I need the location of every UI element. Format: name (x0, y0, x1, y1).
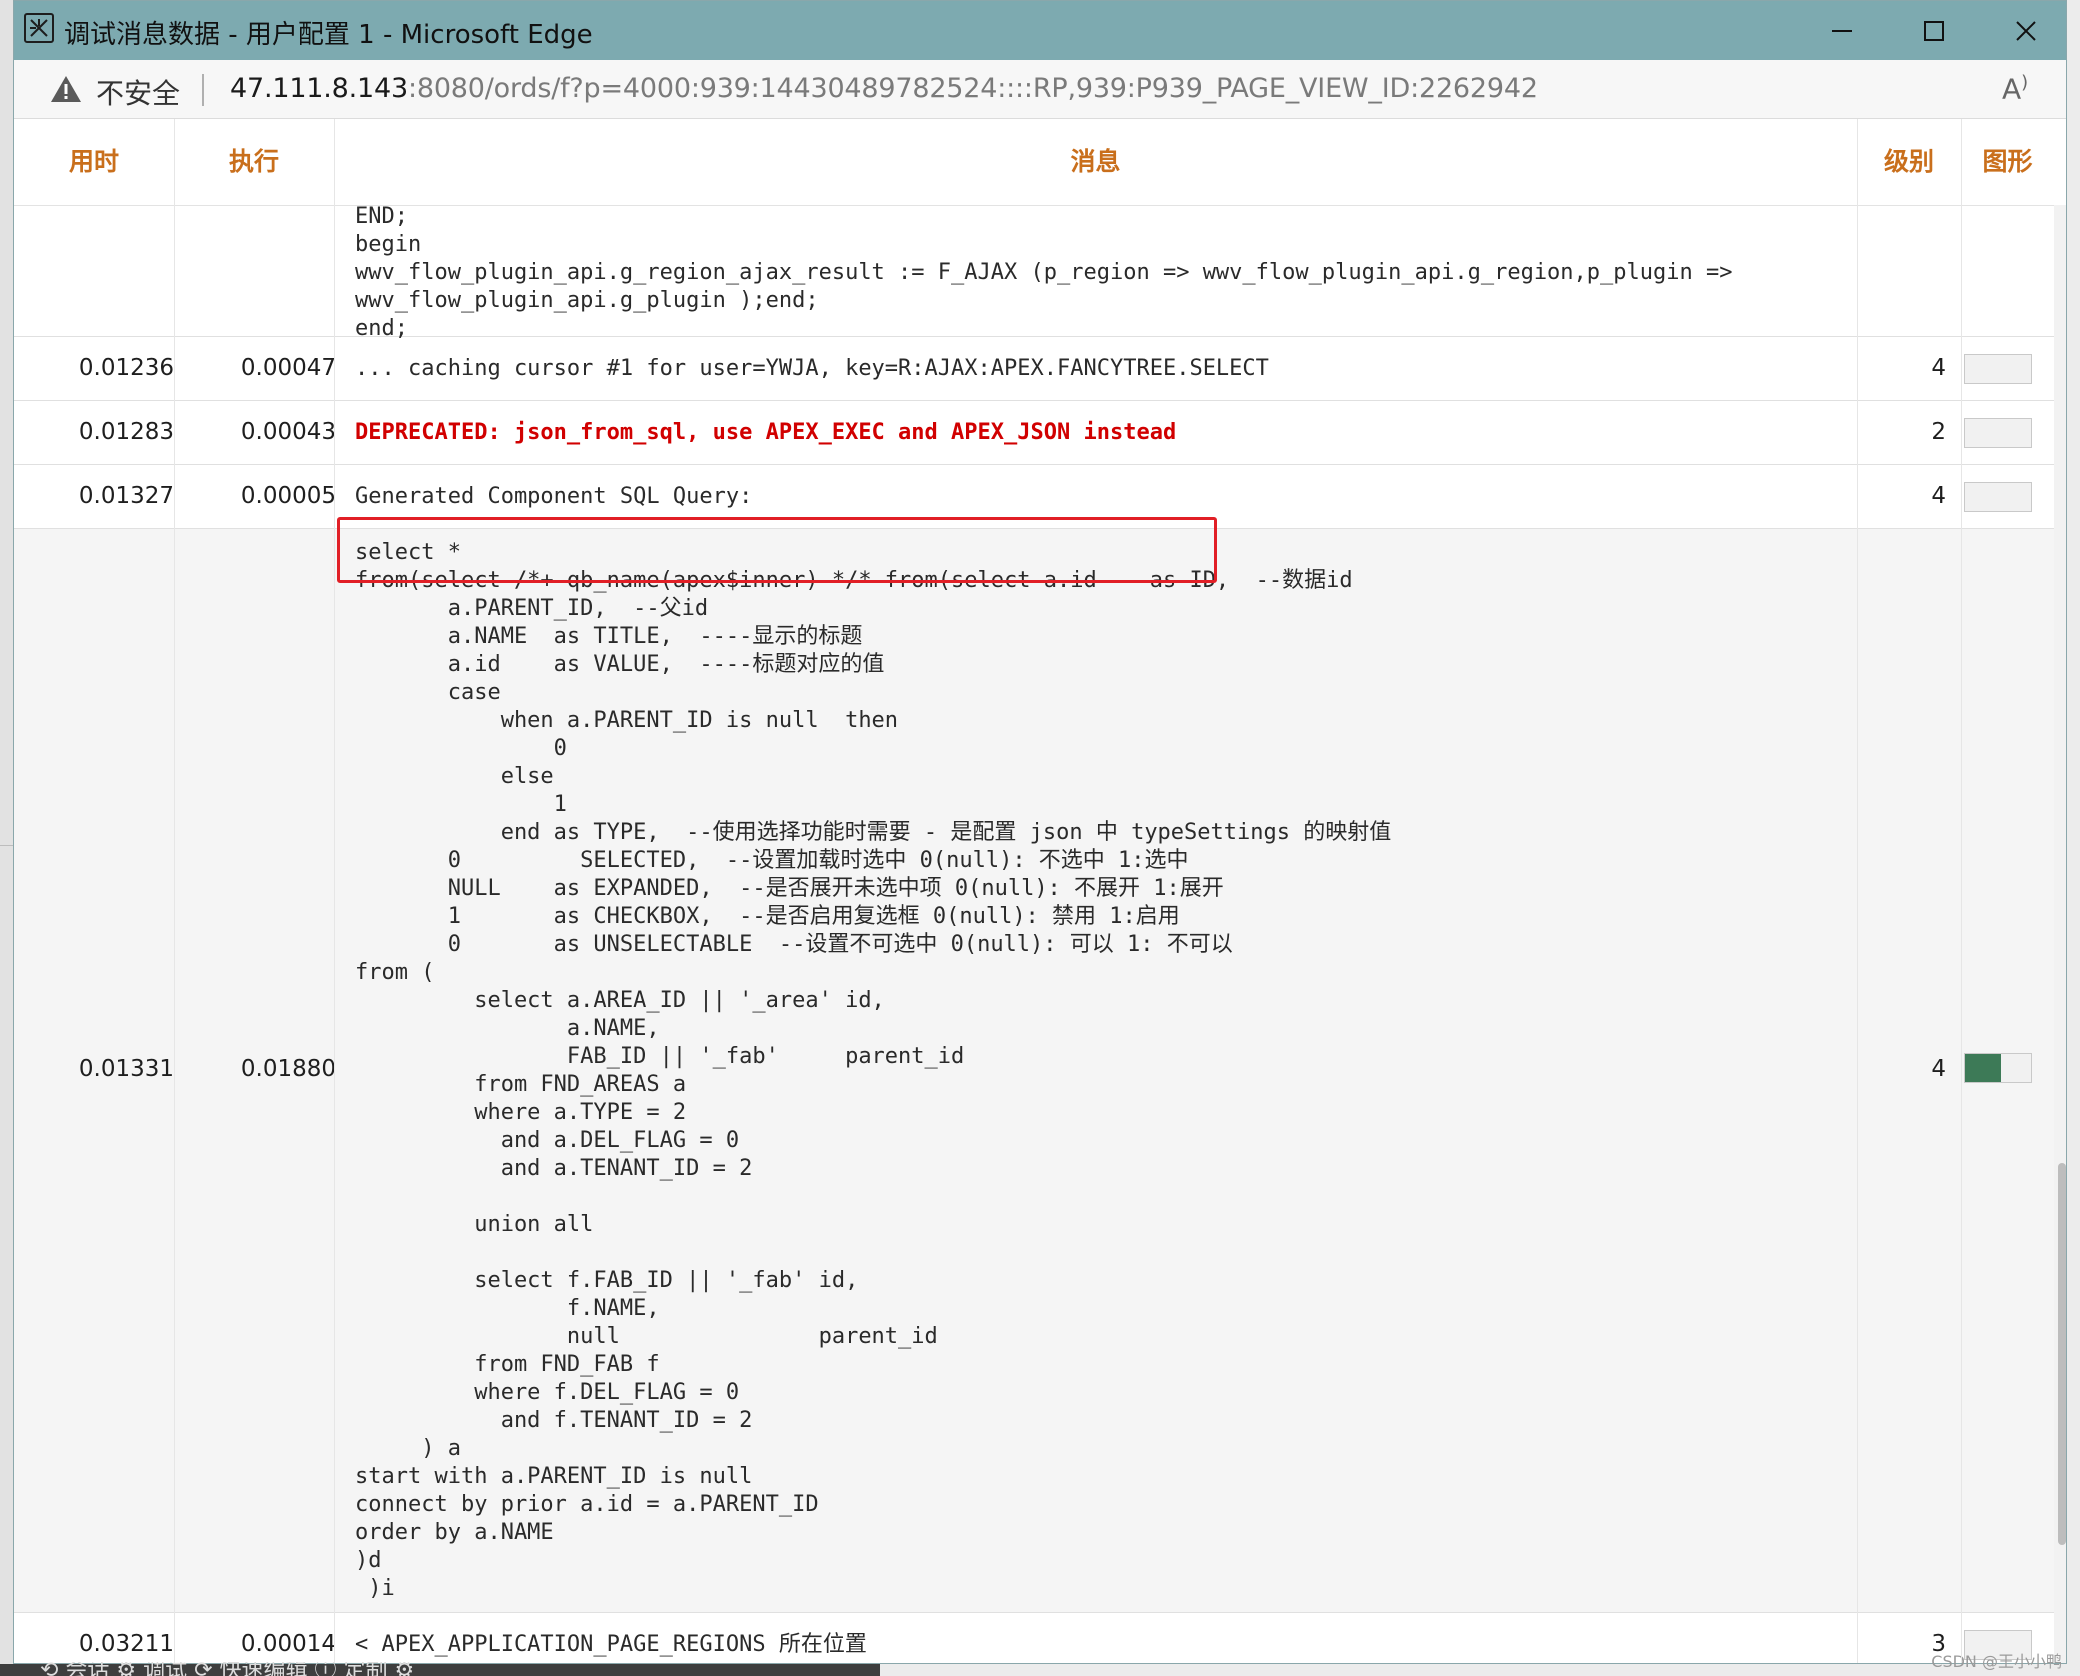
apex-app-icon (24, 13, 54, 43)
level-cell: 2 (1931, 419, 1946, 445)
address-bar[interactable]: 不安全 47.111.8.143:8080/ords/f?p=4000:939:… (14, 60, 2066, 119)
address-divider (202, 74, 204, 106)
table-row[interactable]: 0.01236 0.00047 ... caching cursor #1 fo… (14, 337, 2054, 401)
execution-cell: 0.00014 (240, 1631, 336, 1657)
table-row: END; begin wwv_flow_plugin_api.g_region_… (14, 204, 2054, 341)
debug-message-table: END; begin wwv_flow_plugin_api.g_region_… (14, 119, 2054, 1663)
scrollbar-thumb[interactable] (2058, 1163, 2066, 1545)
read-aloud-icon[interactable]: A) (2002, 72, 2028, 105)
column-divider (174, 119, 175, 1663)
deprecated-highlight-box (337, 517, 1217, 583)
window-title: 调试消息数据 - 用户配置 1 - Microsoft Edge (64, 20, 593, 50)
execution-cell: 0.00043 (240, 419, 336, 445)
edge-popup-window: 调试消息数据 - 用户配置 1 - Microsoft Edge 不安全 47.… (13, 0, 2067, 1664)
message-cell: < APEX_APPLICATION_PAGE_REGIONS 所在位置 (355, 1632, 867, 1657)
minimize-icon (1832, 30, 1852, 32)
message-cell: END; begin wwv_flow_plugin_api.g_region_… (355, 204, 1733, 341)
deprecated-message-cell: DEPRECATED: json_from_sql, use APEX_EXEC… (355, 420, 1177, 445)
message-cell: Generated Component SQL Query: (355, 484, 753, 509)
timing-graph-bar (1964, 418, 2032, 448)
close-button[interactable] (1980, 1, 2066, 60)
elapsed-cell: 0.01331 (78, 1056, 174, 1082)
table-header: 用时 执行 消息 级别 图形 (14, 119, 2054, 206)
timing-graph-bar (1964, 354, 2032, 384)
table-row[interactable]: 0.01283 0.00043 DEPRECATED: json_from_sq… (14, 401, 2054, 465)
background-window-strip (0, 0, 14, 1676)
developer-toolbar-labels[interactable]: ⟲ 会话 ⚙ 调试 ⟳ 快速编辑 ⓘ 定制 ⚙ (40, 1662, 414, 1676)
column-divider (1961, 119, 1962, 1663)
minimize-button[interactable] (1796, 1, 1888, 60)
elapsed-cell: 0.01283 (78, 419, 174, 445)
column-header-level[interactable]: 级别 (1857, 119, 1961, 205)
background-divider (0, 845, 13, 846)
table-row[interactable]: 0.03211 0.00014 < APEX_APPLICATION_PAGE_… (14, 1613, 2054, 1663)
url-host: 47.111.8.143 (230, 73, 408, 104)
close-icon (2016, 21, 2036, 41)
maximize-button[interactable] (1888, 1, 1980, 60)
message-cell: ... caching cursor #1 for user=YWJA, key… (355, 356, 1269, 381)
column-header-elapsed[interactable]: 用时 (14, 119, 174, 205)
warning-icon[interactable] (50, 74, 82, 104)
timing-graph-bar (1964, 482, 2032, 512)
execution-cell: 0.00047 (240, 355, 336, 381)
watermark: CSDN @王小小鸭 (1931, 1652, 2062, 1671)
elapsed-cell: 0.03211 (78, 1631, 174, 1657)
background-window-strip-right (2067, 0, 2080, 1676)
maximize-icon (1924, 21, 1944, 41)
sql-query-message-cell: select * from(select /*+ qb_name(apex$in… (355, 540, 1392, 1601)
page-bottom-background (880, 1664, 2080, 1676)
timing-graph-fill (1965, 1054, 2002, 1082)
column-divider (334, 119, 335, 1663)
column-header-graph[interactable]: 图形 (1961, 119, 2054, 205)
level-cell: 4 (1931, 1056, 1946, 1082)
column-divider (1857, 119, 1858, 1663)
url-text[interactable]: 47.111.8.143:8080/ords/f?p=4000:939:1443… (230, 73, 1538, 104)
execution-cell: 0.00005 (240, 483, 336, 509)
column-header-execution[interactable]: 执行 (174, 119, 334, 205)
execution-cell: 0.01880 (240, 1056, 336, 1082)
security-status-label[interactable]: 不安全 (96, 72, 180, 112)
level-cell: 4 (1931, 355, 1946, 381)
level-cell: 4 (1931, 483, 1946, 509)
elapsed-cell: 0.01236 (78, 355, 174, 381)
table-row[interactable]: 0.01331 0.01880 select * from(select /*+… (14, 529, 2054, 1613)
url-path: :8080/ords/f?p=4000:939:14430489782524::… (407, 73, 1538, 104)
title-bar[interactable]: 调试消息数据 - 用户配置 1 - Microsoft Edge (14, 1, 2066, 60)
elapsed-cell: 0.01327 (78, 483, 174, 509)
column-header-message[interactable]: 消息 (334, 119, 1857, 205)
timing-graph-bar (1964, 1053, 2032, 1083)
